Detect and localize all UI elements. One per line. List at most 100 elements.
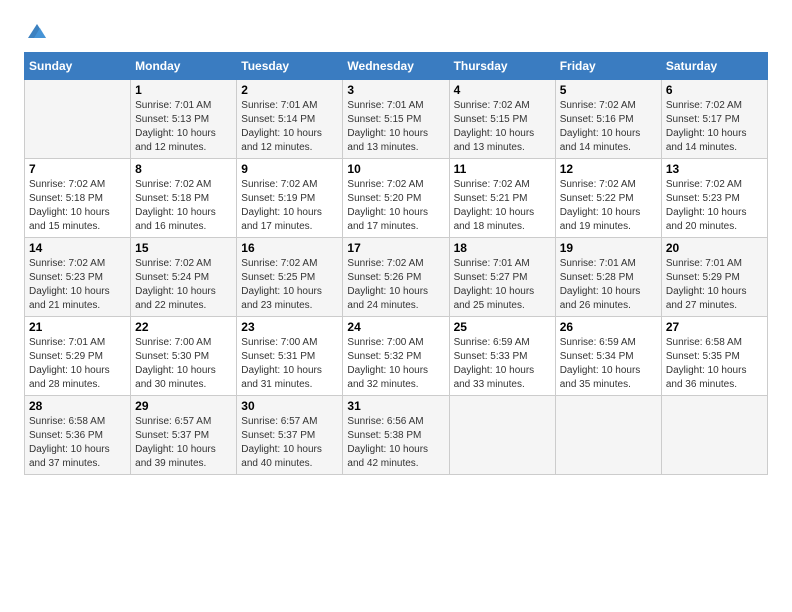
calendar-cell: 4Sunrise: 7:02 AM Sunset: 5:15 PM Daylig… <box>449 80 555 159</box>
calendar-cell: 23Sunrise: 7:00 AM Sunset: 5:31 PM Dayli… <box>237 317 343 396</box>
day-number: 2 <box>241 83 338 97</box>
day-info: Sunrise: 7:01 AM Sunset: 5:13 PM Dayligh… <box>135 99 232 155</box>
day-info: Sunrise: 7:01 AM Sunset: 5:29 PM Dayligh… <box>29 336 126 392</box>
day-number: 22 <box>135 320 232 334</box>
weekday-header-wednesday: Wednesday <box>343 53 449 80</box>
day-number: 24 <box>347 320 444 334</box>
calendar-cell: 3 Sunrise: 7:01 AM Sunset: 5:15 PM Daylig… <box>343 80 449 159</box>
calendar-cell: 8Sunrise: 7:02 AM Sunset: 5:18 PM Daylig… <box>131 159 237 238</box>
day-info: Sunrise: 7:00 AM Sunset: 5:30 PM Dayligh… <box>135 336 232 392</box>
calendar-cell: 16 Sunrise: 7:02 AM Sunset: 5:25 PM Dayli… <box>237 238 343 317</box>
calendar-cell: 30Sunrise: 6:57 AM Sunset: 5:37 PM Dayli… <box>237 396 343 475</box>
day-number: 18 <box>454 241 551 255</box>
day-info: Sunrise: 7:00 AM Sunset: 5:31 PM Dayligh… <box>241 336 338 392</box>
page-header <box>24 20 768 42</box>
day-info: Sunrise: 7:01 AM Sunset: 5:14 PM Dayligh… <box>241 99 338 155</box>
calendar-cell <box>25 80 131 159</box>
calendar-cell: 26Sunrise: 6:59 AM Sunset: 5:34 PM Dayli… <box>555 317 661 396</box>
day-info: Sunrise: 7:02 AM Sunset: 5:17 PM Dayligh… <box>666 99 763 155</box>
day-info: Sunrise: 6:59 AM Sunset: 5:33 PM Dayligh… <box>454 336 551 392</box>
day-number: 26 <box>560 320 657 334</box>
day-info: Sunrise: 7:02 AM Sunset: 5:18 PM Dayligh… <box>29 178 126 234</box>
day-info: Sunrise: 7:02 AM Sunset: 5:26 PM Dayligh… <box>347 257 444 313</box>
day-number: 29 <box>135 399 232 413</box>
calendar-table: SundayMondayTuesdayWednesdayThursdayFrid… <box>24 52 768 475</box>
weekday-header-tuesday: Tuesday <box>237 53 343 80</box>
weekday-header-friday: Friday <box>555 53 661 80</box>
calendar-cell: 9 Sunrise: 7:02 AM Sunset: 5:19 PM Daylig… <box>237 159 343 238</box>
calendar-cell: 20 Sunrise: 7:01 AM Sunset: 5:29 PM Dayli… <box>661 238 767 317</box>
day-info: Sunrise: 6:57 AM Sunset: 5:37 PM Dayligh… <box>135 415 232 471</box>
day-number: 25 <box>454 320 551 334</box>
calendar-cell: 25 Sunrise: 6:59 AM Sunset: 5:33 PM Dayli… <box>449 317 555 396</box>
day-number: 14 <box>29 241 126 255</box>
calendar-cell: 15 Sunrise: 7:02 AM Sunset: 5:24 PM Dayli… <box>131 238 237 317</box>
day-info: Sunrise: 7:02 AM Sunset: 5:21 PM Dayligh… <box>454 178 551 234</box>
day-info: Sunrise: 7:01 AM Sunset: 5:28 PM Dayligh… <box>560 257 657 313</box>
day-number: 19 <box>560 241 657 255</box>
calendar-cell <box>555 396 661 475</box>
day-number: 20 <box>666 241 763 255</box>
calendar-cell: 22 Sunrise: 7:00 AM Sunset: 5:30 PM Dayli… <box>131 317 237 396</box>
calendar-cell: 13Sunrise: 7:02 AM Sunset: 5:23 PM Dayli… <box>661 159 767 238</box>
calendar-cell <box>449 396 555 475</box>
calendar-cell: 18Sunrise: 7:01 AM Sunset: 5:27 PM Dayli… <box>449 238 555 317</box>
calendar-cell: 21 Sunrise: 7:01 AM Sunset: 5:29 PM Dayli… <box>25 317 131 396</box>
calendar-cell <box>661 396 767 475</box>
calendar-cell: 29 Sunrise: 6:57 AM Sunset: 5:37 PM Dayli… <box>131 396 237 475</box>
day-number: 6 <box>666 83 763 97</box>
weekday-header-saturday: Saturday <box>661 53 767 80</box>
calendar-cell: 11 Sunrise: 7:02 AM Sunset: 5:21 PM Dayli… <box>449 159 555 238</box>
calendar-cell: 27 Sunrise: 6:58 AM Sunset: 5:35 PM Dayli… <box>661 317 767 396</box>
weekday-header-thursday: Thursday <box>449 53 555 80</box>
calendar-cell: 1 Sunrise: 7:01 AM Sunset: 5:13 PM Daylig… <box>131 80 237 159</box>
day-number: 3 <box>347 83 444 97</box>
weekday-header-row: SundayMondayTuesdayWednesdayThursdayFrid… <box>25 53 768 80</box>
day-number: 5 <box>560 83 657 97</box>
calendar-cell: 7 Sunrise: 7:02 AM Sunset: 5:18 PM Daylig… <box>25 159 131 238</box>
calendar-week-row: 28 Sunrise: 6:58 AM Sunset: 5:36 PM Dayli… <box>25 396 768 475</box>
logo <box>24 20 48 42</box>
day-info: Sunrise: 7:00 AM Sunset: 5:32 PM Dayligh… <box>347 336 444 392</box>
calendar-cell: 12Sunrise: 7:02 AM Sunset: 5:22 PM Dayli… <box>555 159 661 238</box>
day-info: Sunrise: 6:58 AM Sunset: 5:35 PM Dayligh… <box>666 336 763 392</box>
calendar-cell: 17 Sunrise: 7:02 AM Sunset: 5:26 PM Dayli… <box>343 238 449 317</box>
day-info: Sunrise: 7:02 AM Sunset: 5:25 PM Dayligh… <box>241 257 338 313</box>
day-number: 8 <box>135 162 232 176</box>
calendar-week-row: 7 Sunrise: 7:02 AM Sunset: 5:18 PM Daylig… <box>25 159 768 238</box>
day-number: 21 <box>29 320 126 334</box>
calendar-cell: 2 Sunrise: 7:01 AM Sunset: 5:14 PM Daylig… <box>237 80 343 159</box>
weekday-header-monday: Monday <box>131 53 237 80</box>
day-info: Sunrise: 7:02 AM Sunset: 5:16 PM Dayligh… <box>560 99 657 155</box>
day-number: 9 <box>241 162 338 176</box>
day-number: 7 <box>29 162 126 176</box>
calendar-cell: 28 Sunrise: 6:58 AM Sunset: 5:36 PM Dayli… <box>25 396 131 475</box>
logo-icon <box>26 20 48 42</box>
calendar-cell: 14 Sunrise: 7:02 AM Sunset: 5:23 PM Dayli… <box>25 238 131 317</box>
day-info: Sunrise: 7:02 AM Sunset: 5:19 PM Dayligh… <box>241 178 338 234</box>
day-number: 28 <box>29 399 126 413</box>
calendar-cell: 24 Sunrise: 7:00 AM Sunset: 5:32 PM Dayli… <box>343 317 449 396</box>
calendar-cell: 19 Sunrise: 7:01 AM Sunset: 5:28 PM Dayli… <box>555 238 661 317</box>
day-number: 27 <box>666 320 763 334</box>
day-info: Sunrise: 6:58 AM Sunset: 5:36 PM Dayligh… <box>29 415 126 471</box>
day-number: 10 <box>347 162 444 176</box>
day-info: Sunrise: 7:02 AM Sunset: 5:23 PM Dayligh… <box>666 178 763 234</box>
day-info: Sunrise: 7:02 AM Sunset: 5:15 PM Dayligh… <box>454 99 551 155</box>
day-number: 11 <box>454 162 551 176</box>
calendar-cell: 5 Sunrise: 7:02 AM Sunset: 5:16 PM Daylig… <box>555 80 661 159</box>
calendar-cell: 31Sunrise: 6:56 AM Sunset: 5:38 PM Dayli… <box>343 396 449 475</box>
calendar-week-row: 14 Sunrise: 7:02 AM Sunset: 5:23 PM Dayli… <box>25 238 768 317</box>
day-info: Sunrise: 7:01 AM Sunset: 5:15 PM Dayligh… <box>347 99 444 155</box>
day-number: 12 <box>560 162 657 176</box>
day-number: 31 <box>347 399 444 413</box>
weekday-header-sunday: Sunday <box>25 53 131 80</box>
calendar-cell: 10Sunrise: 7:02 AM Sunset: 5:20 PM Dayli… <box>343 159 449 238</box>
day-number: 16 <box>241 241 338 255</box>
day-number: 1 <box>135 83 232 97</box>
day-info: Sunrise: 7:02 AM Sunset: 5:23 PM Dayligh… <box>29 257 126 313</box>
day-info: Sunrise: 7:01 AM Sunset: 5:29 PM Dayligh… <box>666 257 763 313</box>
day-number: 17 <box>347 241 444 255</box>
day-number: 15 <box>135 241 232 255</box>
day-info: Sunrise: 7:02 AM Sunset: 5:24 PM Dayligh… <box>135 257 232 313</box>
